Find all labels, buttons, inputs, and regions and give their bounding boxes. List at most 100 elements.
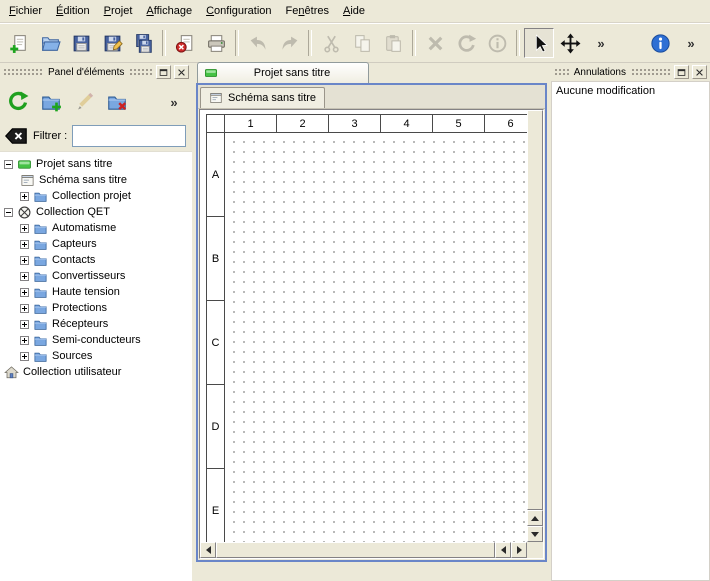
dock-grip[interactable] — [129, 68, 153, 76]
expand-icon[interactable] — [20, 256, 29, 265]
filter-input[interactable] — [72, 125, 186, 147]
tree-item-collection-projet[interactable]: Collection projet — [0, 188, 192, 204]
diagram-grid-area[interactable] — [225, 133, 527, 542]
collapse-icon[interactable] — [4, 208, 13, 217]
scroll-right-button[interactable] — [511, 542, 527, 558]
expand-icon[interactable] — [20, 192, 29, 201]
column-header-3: 3 — [329, 115, 381, 133]
expand-icon[interactable] — [20, 224, 29, 233]
expand-icon[interactable] — [20, 272, 29, 281]
about-qet-button[interactable] — [645, 28, 675, 58]
open-file-button[interactable] — [35, 28, 65, 58]
column-header-2: 2 — [277, 115, 329, 133]
menu-aide[interactable]: Aide — [336, 0, 372, 22]
tree-item-label: Récepteurs — [52, 318, 108, 330]
tree-item-haute-tension[interactable]: Haute tension — [0, 284, 192, 300]
menu-affichage[interactable]: Affichage — [139, 0, 199, 22]
scroll-left-button[interactable] — [200, 542, 216, 558]
dock-grip[interactable] — [3, 68, 43, 76]
horizontal-scrollbar-thumb[interactable] — [216, 542, 495, 558]
save-button[interactable] — [66, 28, 96, 58]
vertical-scrollbar-thumb[interactable] — [527, 110, 543, 510]
folder-open-icon — [40, 33, 61, 54]
expand-icon[interactable] — [20, 336, 29, 345]
chevrons-icon: » — [597, 37, 604, 50]
tree-item-label: Protections — [52, 302, 107, 314]
help-overflow-button[interactable]: » — [676, 28, 706, 58]
tree-item-label: Collection QET — [36, 206, 110, 218]
cursor-icon — [529, 33, 550, 54]
float-panel-button[interactable] — [156, 65, 171, 79]
pencil-icon — [73, 91, 95, 113]
menu-projet[interactable]: Projet — [97, 0, 140, 22]
dock-grip[interactable] — [631, 68, 671, 76]
tree-item-collection-utilisateur[interactable]: Collection utilisateur — [0, 364, 192, 380]
tree-item-recepteurs[interactable]: Récepteurs — [0, 316, 192, 332]
scissors-icon — [321, 33, 342, 54]
toolbar-separator — [412, 30, 416, 56]
close-file-button[interactable] — [170, 28, 200, 58]
panel-overflow-button[interactable]: » — [160, 88, 188, 116]
delete-selection-button — [420, 28, 450, 58]
save-as-button[interactable] — [97, 28, 127, 58]
reload-collections-button[interactable] — [4, 88, 32, 116]
expand-icon[interactable] — [20, 288, 29, 297]
new-element-button[interactable] — [37, 88, 65, 116]
new-file-button[interactable] — [4, 28, 34, 58]
scroll-down-button[interactable] — [527, 526, 543, 542]
scroll-up-button[interactable] — [527, 510, 543, 526]
scroll-left-button-2[interactable] — [495, 542, 511, 558]
diagram-frame: 123456ABCDE — [206, 114, 527, 542]
doc-close-icon — [175, 33, 196, 54]
close-undo-panel-button[interactable] — [692, 65, 707, 79]
menu-edition[interactable]: Édition — [49, 0, 97, 22]
diagram-tab-label: Schéma sans titre — [228, 92, 316, 104]
triangle-right-icon — [517, 546, 522, 554]
folder-icon — [33, 317, 48, 332]
tree-item-collection-qet[interactable]: Collection QET — [0, 204, 192, 220]
tree-item-sources[interactable]: Sources — [0, 348, 192, 364]
selection-mode-button[interactable] — [524, 28, 554, 58]
tree-item-semi-conducteurs[interactable]: Semi-conducteurs — [0, 332, 192, 348]
tree-item-capteurs[interactable]: Capteurs — [0, 236, 192, 252]
floppy-edit-icon — [102, 33, 123, 54]
folder-icon — [33, 189, 48, 204]
vertical-scrollbar[interactable] — [527, 110, 543, 542]
tree-item-schema-sans-titre[interactable]: Schéma sans titre — [0, 172, 192, 188]
tree-item-protections[interactable]: Protections — [0, 300, 192, 316]
row-header-D: D — [207, 385, 225, 469]
tree-item-contacts[interactable]: Contacts — [0, 252, 192, 268]
tree-item-label: Semi-conducteurs — [52, 334, 141, 346]
diagram-canvas[interactable]: 123456ABCDE — [200, 110, 527, 542]
dock-grip[interactable] — [554, 68, 569, 76]
delete-element-button[interactable] — [103, 88, 131, 116]
expand-icon[interactable] — [20, 320, 29, 329]
expand-icon[interactable] — [20, 240, 29, 249]
menu-configuration[interactable]: Configuration — [199, 0, 278, 22]
float-undo-panel-button[interactable] — [674, 65, 689, 79]
close-panel-button[interactable] — [174, 65, 189, 79]
undo-list[interactable]: Aucune modification — [551, 81, 710, 581]
toolbar-overflow-button[interactable]: » — [586, 28, 616, 58]
tree-item-projet-sans-titre[interactable]: Projet sans titre — [0, 156, 192, 172]
toolbar-separator — [235, 30, 239, 56]
tab-project[interactable]: Projet sans titre — [197, 62, 369, 83]
menu-fichier[interactable]: Fichier — [2, 0, 49, 22]
expand-icon[interactable] — [20, 352, 29, 361]
tab-diagram[interactable]: Schéma sans titre — [200, 87, 325, 108]
collapse-icon[interactable] — [4, 160, 13, 169]
tree-item-convertisseurs[interactable]: Convertisseurs — [0, 268, 192, 284]
tree-item-automatisme[interactable]: Automatisme — [0, 220, 192, 236]
diagram-icon — [20, 173, 35, 188]
menu-fenetres[interactable]: Fenêtres — [279, 0, 336, 22]
clear-filter-button[interactable] — [4, 126, 28, 146]
paste-icon — [383, 33, 404, 54]
print-button[interactable] — [201, 28, 231, 58]
visualisation-mode-button[interactable] — [555, 28, 585, 58]
column-header-4: 4 — [381, 115, 433, 133]
horizontal-scrollbar[interactable] — [200, 542, 527, 558]
scrollbar-corner — [527, 542, 543, 558]
expand-icon[interactable] — [20, 304, 29, 313]
row-header-A: A — [207, 133, 225, 217]
save-all-button[interactable] — [128, 28, 158, 58]
